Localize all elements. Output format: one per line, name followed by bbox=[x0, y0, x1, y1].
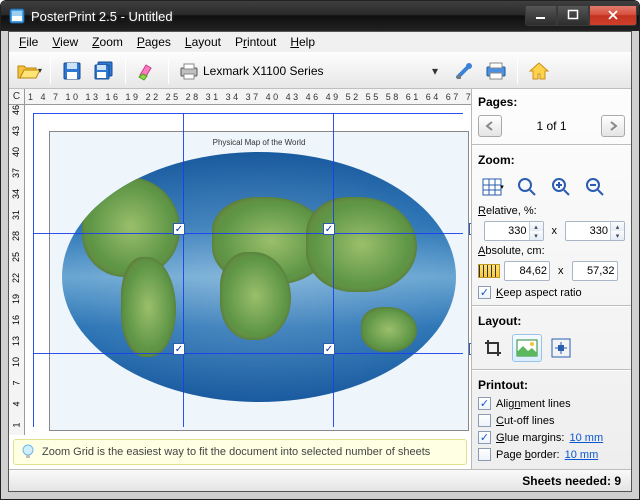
save-all-button[interactable] bbox=[90, 57, 118, 85]
zoom-grid-button[interactable]: ▾ bbox=[478, 173, 508, 201]
menu-help[interactable]: Help bbox=[284, 34, 321, 50]
align-mark[interactable]: ✓ bbox=[469, 223, 471, 235]
glue-margins-checkbox[interactable]: ✓Glue margins: 10 mm bbox=[478, 430, 625, 445]
menu-pages[interactable]: Pages bbox=[131, 34, 177, 50]
glue-margins-link[interactable]: 10 mm bbox=[569, 432, 603, 444]
hint-text: Zoom Grid is the easiest way to fit the … bbox=[42, 446, 430, 458]
menu-file[interactable]: File bbox=[13, 34, 44, 50]
menu-printout[interactable]: Printout bbox=[229, 34, 282, 50]
hint-bar: Zoom Grid is the easiest way to fit the … bbox=[13, 439, 467, 465]
align-mark[interactable]: ✓ bbox=[323, 223, 335, 235]
close-button[interactable] bbox=[589, 6, 637, 26]
pages-label: Pages: bbox=[478, 93, 625, 111]
printer-icon bbox=[179, 62, 199, 80]
menu-zoom[interactable]: Zoom bbox=[86, 34, 129, 50]
ruler-icon bbox=[478, 264, 500, 278]
zoom-label: Zoom: bbox=[478, 151, 625, 169]
minimize-button[interactable] bbox=[525, 6, 557, 26]
page-border-checkbox[interactable]: Page border: 10 mm bbox=[478, 447, 625, 462]
layout-image-button[interactable] bbox=[512, 334, 542, 362]
canvas[interactable]: Physical Map of the World bbox=[25, 105, 471, 435]
settings-button[interactable] bbox=[450, 57, 478, 85]
page-indicator: 1 of 1 bbox=[506, 119, 597, 133]
relative-width-input[interactable]: ▴▾ bbox=[484, 221, 544, 241]
layout-center-button[interactable] bbox=[546, 334, 576, 362]
maximize-button[interactable] bbox=[557, 6, 589, 26]
menubar: File View Zoom Pages Layout Printout Hel… bbox=[9, 32, 631, 52]
align-mark[interactable]: ✓ bbox=[323, 343, 335, 355]
cutoff-lines-checkbox[interactable]: Cut-off lines bbox=[478, 413, 625, 428]
zoom-out-button[interactable] bbox=[580, 173, 610, 201]
window-title: PosterPrint 2.5 - Untitled bbox=[31, 9, 525, 24]
layout-crop-button[interactable] bbox=[478, 334, 508, 362]
layout-label: Layout: bbox=[478, 312, 625, 330]
printer-select[interactable]: Lexmark X1100 Series ▾ bbox=[176, 58, 446, 84]
zoom-fit-button[interactable] bbox=[512, 173, 542, 201]
lightbulb-icon bbox=[20, 444, 36, 460]
chevron-down-icon: ▾ bbox=[427, 64, 443, 78]
printer-name: Lexmark X1100 Series bbox=[203, 64, 423, 78]
relative-height-input[interactable]: ▴▾ bbox=[565, 221, 625, 241]
app-icon bbox=[9, 8, 25, 24]
alignment-lines-checkbox[interactable]: ✓Alignment lines bbox=[478, 396, 625, 411]
status-bar: Sheets needed: 9 bbox=[9, 469, 631, 491]
open-button[interactable]: ▾ bbox=[15, 57, 43, 85]
align-mark[interactable]: ✓ bbox=[173, 223, 185, 235]
document-title: Physical Map of the World bbox=[50, 138, 468, 147]
prev-page-button[interactable] bbox=[478, 115, 502, 137]
ruler-vertical: 14710131619222528313437404346495255 bbox=[9, 105, 25, 435]
menu-layout[interactable]: Layout bbox=[179, 34, 227, 50]
align-mark[interactable]: ✓ bbox=[173, 343, 185, 355]
absolute-width-input[interactable] bbox=[504, 261, 550, 281]
page-border-link[interactable]: 10 mm bbox=[565, 449, 599, 461]
ruler-horizontal: 1 4 7 10 13 16 19 22 25 28 31 34 37 40 4… bbox=[25, 89, 471, 104]
keep-ratio-checkbox[interactable]: ✓Keep aspect ratio bbox=[478, 285, 625, 300]
document-image[interactable]: Physical Map of the World bbox=[49, 131, 469, 431]
align-mark[interactable]: ✓ bbox=[469, 343, 471, 355]
printout-label: Printout: bbox=[478, 376, 625, 394]
zoom-in-button[interactable] bbox=[546, 173, 576, 201]
ruler-corner: C bbox=[9, 89, 25, 104]
absolute-label: Absolute, cm: bbox=[478, 245, 625, 257]
menu-view[interactable]: View bbox=[46, 34, 84, 50]
home-button[interactable] bbox=[525, 57, 553, 85]
absolute-height-input[interactable] bbox=[572, 261, 618, 281]
clear-button[interactable] bbox=[133, 57, 161, 85]
relative-label: Relative, %: bbox=[478, 205, 625, 217]
save-button[interactable] bbox=[58, 57, 86, 85]
next-page-button[interactable] bbox=[601, 115, 625, 137]
print-button[interactable] bbox=[482, 57, 510, 85]
